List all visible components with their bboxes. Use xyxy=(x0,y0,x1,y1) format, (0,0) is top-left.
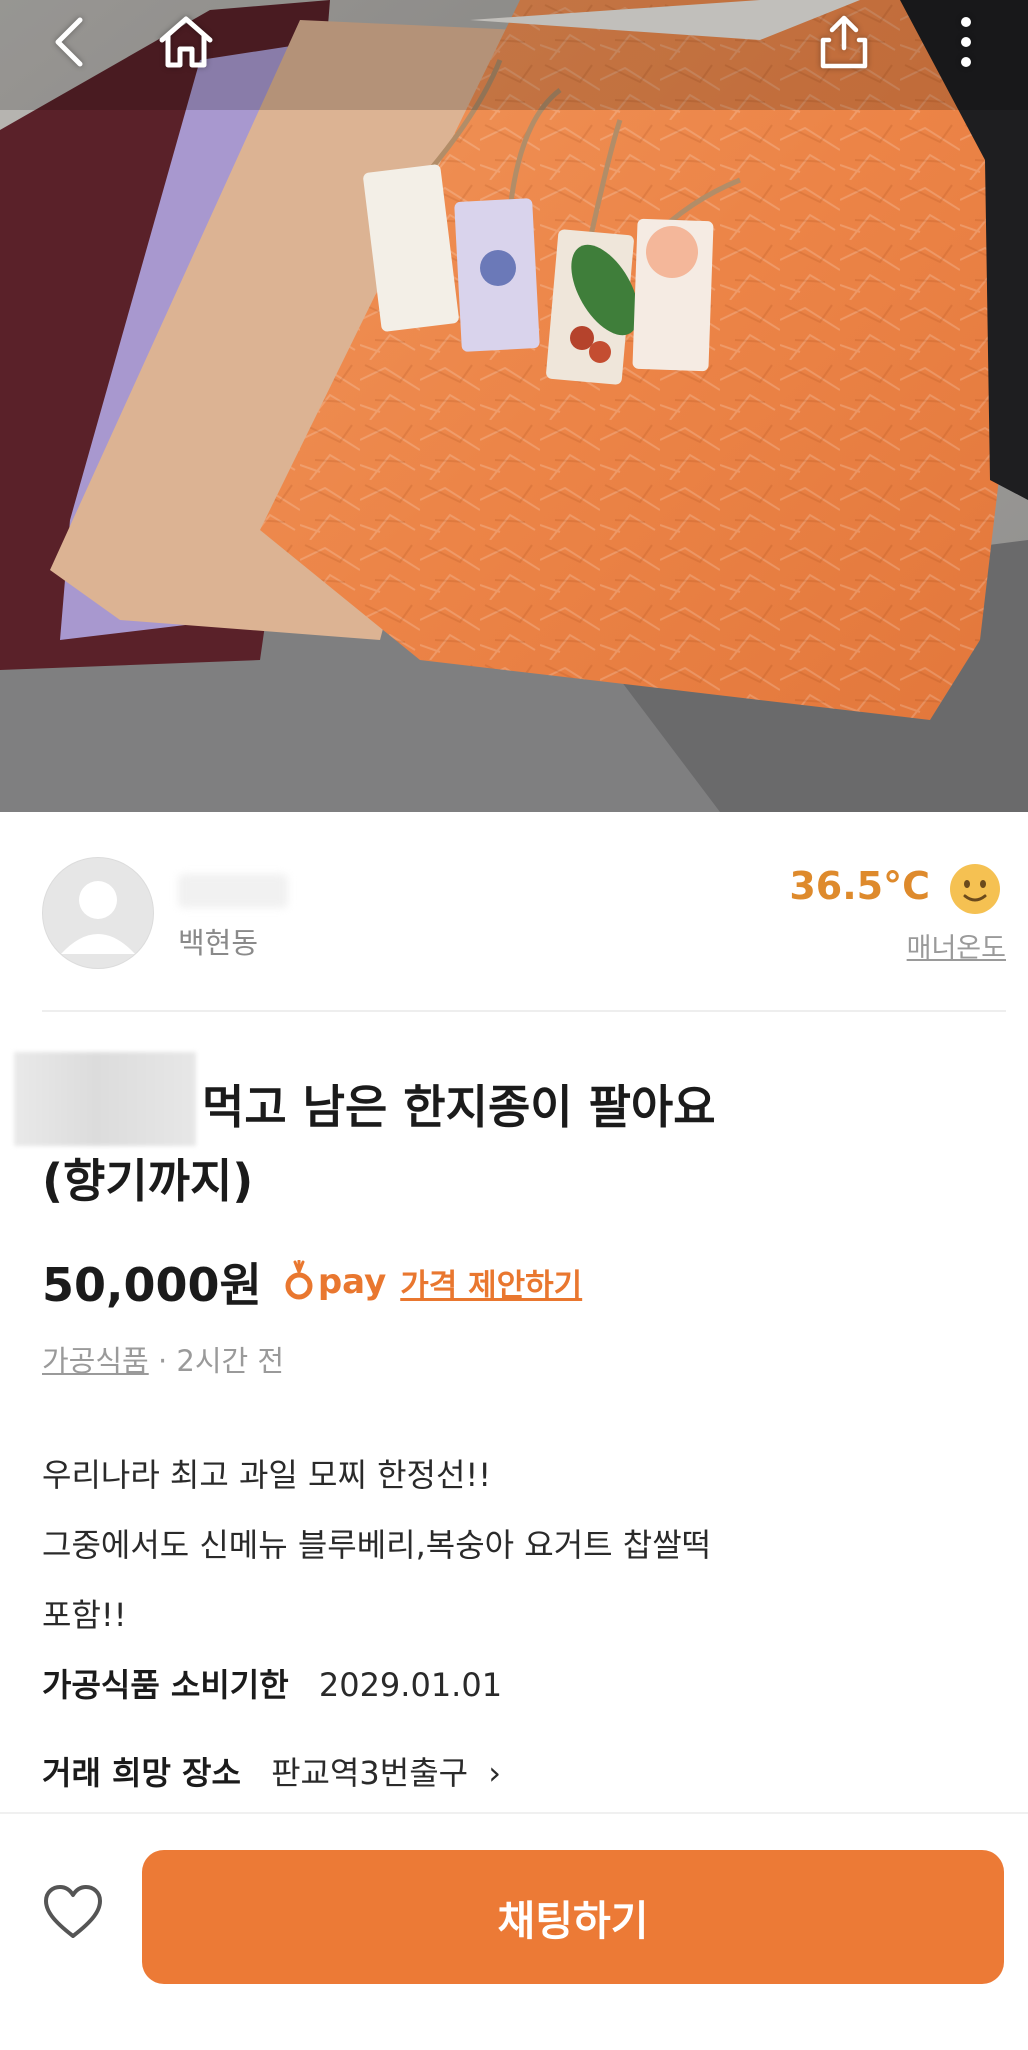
carrot-pay-icon xyxy=(284,1259,314,1304)
post-meta: 가공식품 · 2시간 전 xyxy=(42,1338,284,1380)
expiry-value: 2029.01.01 xyxy=(318,1666,503,1704)
product-image xyxy=(0,0,1028,812)
seller-profile[interactable]: 백현동 36.5°C 매너온도 xyxy=(0,812,1028,1012)
price: 50,000원 xyxy=(42,1258,262,1312)
price-offer-link[interactable]: 가격 제안하기 xyxy=(400,1260,582,1305)
seller-location: 백현동 xyxy=(178,926,259,960)
manner-temperature-label[interactable]: 매너온도 xyxy=(907,926,1006,965)
smile-face-icon xyxy=(948,862,1002,916)
category-link[interactable]: 가공식품 xyxy=(42,1344,149,1378)
more-vertical-icon xyxy=(958,14,974,74)
heart-icon xyxy=(42,1885,104,1948)
post-description: 우리나라 최고 과일 모찌 한정선!! 그중에서도 신메뉴 블루베리,복숭아 요… xyxy=(42,1440,982,1650)
like-button[interactable] xyxy=(42,1882,104,1944)
description-line: 포함!! xyxy=(42,1596,127,1634)
share-icon xyxy=(817,14,871,74)
chevron-left-icon xyxy=(50,16,90,72)
avatar[interactable] xyxy=(42,857,154,969)
description-line: 그중에서도 신메뉴 블루베리,복숭아 요거트 찹쌀떡 xyxy=(42,1526,712,1564)
chevron-right-icon: › xyxy=(488,1754,502,1792)
share-button[interactable] xyxy=(812,12,876,76)
divider xyxy=(42,1010,1006,1012)
bottom-action-bar: 채팅하기 xyxy=(0,1812,1028,2050)
seller-name-blurred xyxy=(178,874,288,908)
trade-location-row[interactable]: 거래 희망 장소 판교역3번출구 › xyxy=(42,1748,501,1794)
time-ago: · 2시간 전 xyxy=(157,1344,285,1378)
manner-temperature: 36.5°C xyxy=(789,864,930,908)
post-title: 먹고 남은 한지종이 팔아요 (향기까지) xyxy=(42,1070,992,1218)
trade-location-value: 판교역3번출구 xyxy=(271,1754,469,1792)
pay-label: pay xyxy=(317,1262,387,1302)
expiry-label: 가공식품 소비기한 xyxy=(42,1666,289,1704)
home-button[interactable] xyxy=(154,12,218,76)
carrot-pay-badge: pay xyxy=(284,1259,387,1304)
back-button[interactable] xyxy=(38,12,102,76)
home-icon xyxy=(157,14,215,74)
chat-button[interactable]: 채팅하기 xyxy=(142,1850,1004,1984)
expiry-row: 가공식품 소비기한 2029.01.01 xyxy=(42,1660,502,1706)
default-avatar-icon xyxy=(61,881,135,954)
product-photo[interactable] xyxy=(0,0,1028,812)
post-title-line1: 먹고 남은 한지종이 팔아요 xyxy=(202,1080,716,1134)
trade-location-label: 거래 희망 장소 xyxy=(42,1754,241,1792)
post-title-line2: (향기까지) xyxy=(42,1154,254,1208)
more-button[interactable] xyxy=(934,12,998,76)
price-row: 50,000원 pay 가격 제안하기 xyxy=(42,1250,582,1314)
description-line: 우리나라 최고 과일 모찌 한정선!! xyxy=(42,1456,492,1494)
